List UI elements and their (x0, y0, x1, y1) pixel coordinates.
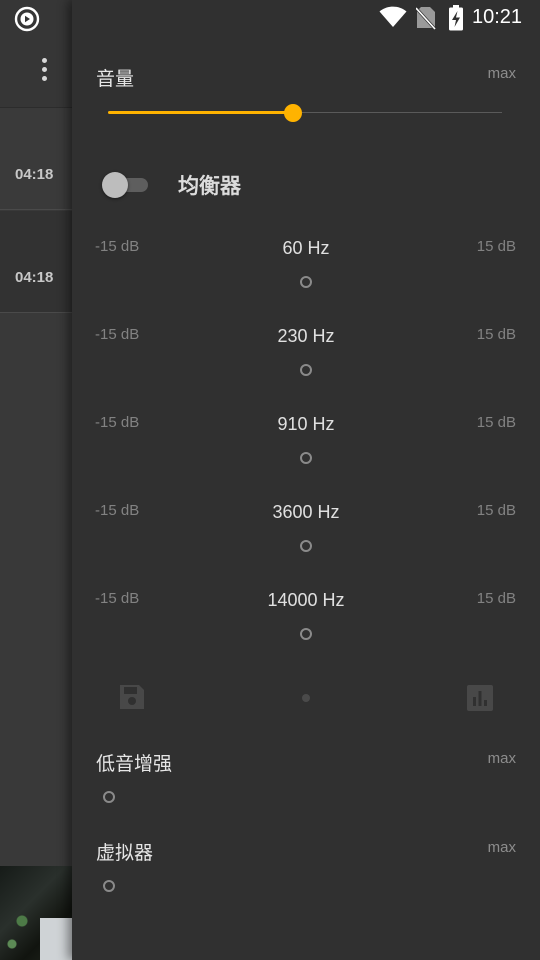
list-item[interactable]: 04:18 (0, 211, 72, 313)
clock: 10:21 (472, 6, 523, 28)
slider-thumb[interactable] (284, 104, 303, 122)
bass-boost-max-label: max (487, 750, 516, 767)
band-max-label: 15 dB (476, 326, 516, 343)
equalizer-toggle[interactable] (102, 172, 148, 198)
virtualizer-max-label: max (487, 839, 516, 856)
list-toolbar (0, 0, 72, 108)
band-frequency: 60 Hz (282, 238, 330, 258)
band-frequency: 910 Hz (277, 414, 335, 434)
band-max-label: 15 dB (476, 238, 516, 255)
save-preset-icon[interactable] (118, 683, 146, 711)
band-slider-thumb[interactable] (300, 276, 312, 288)
band-slider-thumb[interactable] (300, 540, 312, 552)
volume-max-label: max (487, 65, 516, 82)
band-frequency: 3600 Hz (272, 502, 340, 522)
virtualizer-label: 虚拟器 (96, 842, 154, 864)
band-max-label: 15 dB (476, 590, 516, 607)
list-item[interactable]: 04:18 (0, 108, 72, 210)
band-frequency: 230 Hz (277, 326, 335, 346)
band-slider-thumb[interactable] (300, 364, 312, 376)
eq-band-60hz: -15 dB 60 Hz 15 dB (72, 238, 540, 326)
track-duration: 04:18 (15, 269, 54, 286)
overflow-menu-icon[interactable] (36, 58, 52, 88)
wifi-icon (379, 6, 407, 27)
eq-band-230hz: -15 dB 230 Hz 15 dB (72, 326, 540, 414)
status-bar: 10:21 (72, 0, 540, 36)
volume-slider[interactable] (108, 102, 502, 124)
band-frequency: 14000 Hz (267, 590, 345, 610)
track-duration: 04:18 (15, 166, 54, 183)
band-max-label: 15 dB (476, 414, 516, 431)
eq-band-910hz: -15 dB 910 Hz 15 dB (72, 414, 540, 502)
presets-icon[interactable] (466, 684, 494, 712)
battery-charging-icon (449, 5, 463, 31)
band-max-label: 15 dB (476, 502, 516, 519)
volume-label: 音量 (96, 68, 135, 90)
band-slider-thumb[interactable] (300, 628, 312, 640)
app-logo-icon (14, 6, 40, 32)
bass-boost-slider-thumb[interactable] (103, 791, 115, 803)
preset-indicator (302, 694, 310, 702)
no-sim-icon (416, 6, 436, 30)
band-slider-thumb[interactable] (300, 452, 312, 464)
album-thumbnail (0, 866, 72, 960)
track-list: 04:18 04:18 (0, 0, 72, 960)
eq-band-14000hz: -15 dB 14000 Hz 15 dB (72, 590, 540, 678)
audio-effects-drawer: 10:21 音量 max 均衡器 -15 dB 60 Hz 15 dB -15 … (72, 0, 540, 960)
equalizer-title: 均衡器 (178, 174, 241, 198)
virtualizer-slider-thumb[interactable] (103, 880, 115, 892)
bass-boost-label: 低音增强 (96, 753, 173, 775)
slider-fill (108, 111, 294, 114)
eq-band-3600hz: -15 dB 3600 Hz 15 dB (72, 502, 540, 590)
